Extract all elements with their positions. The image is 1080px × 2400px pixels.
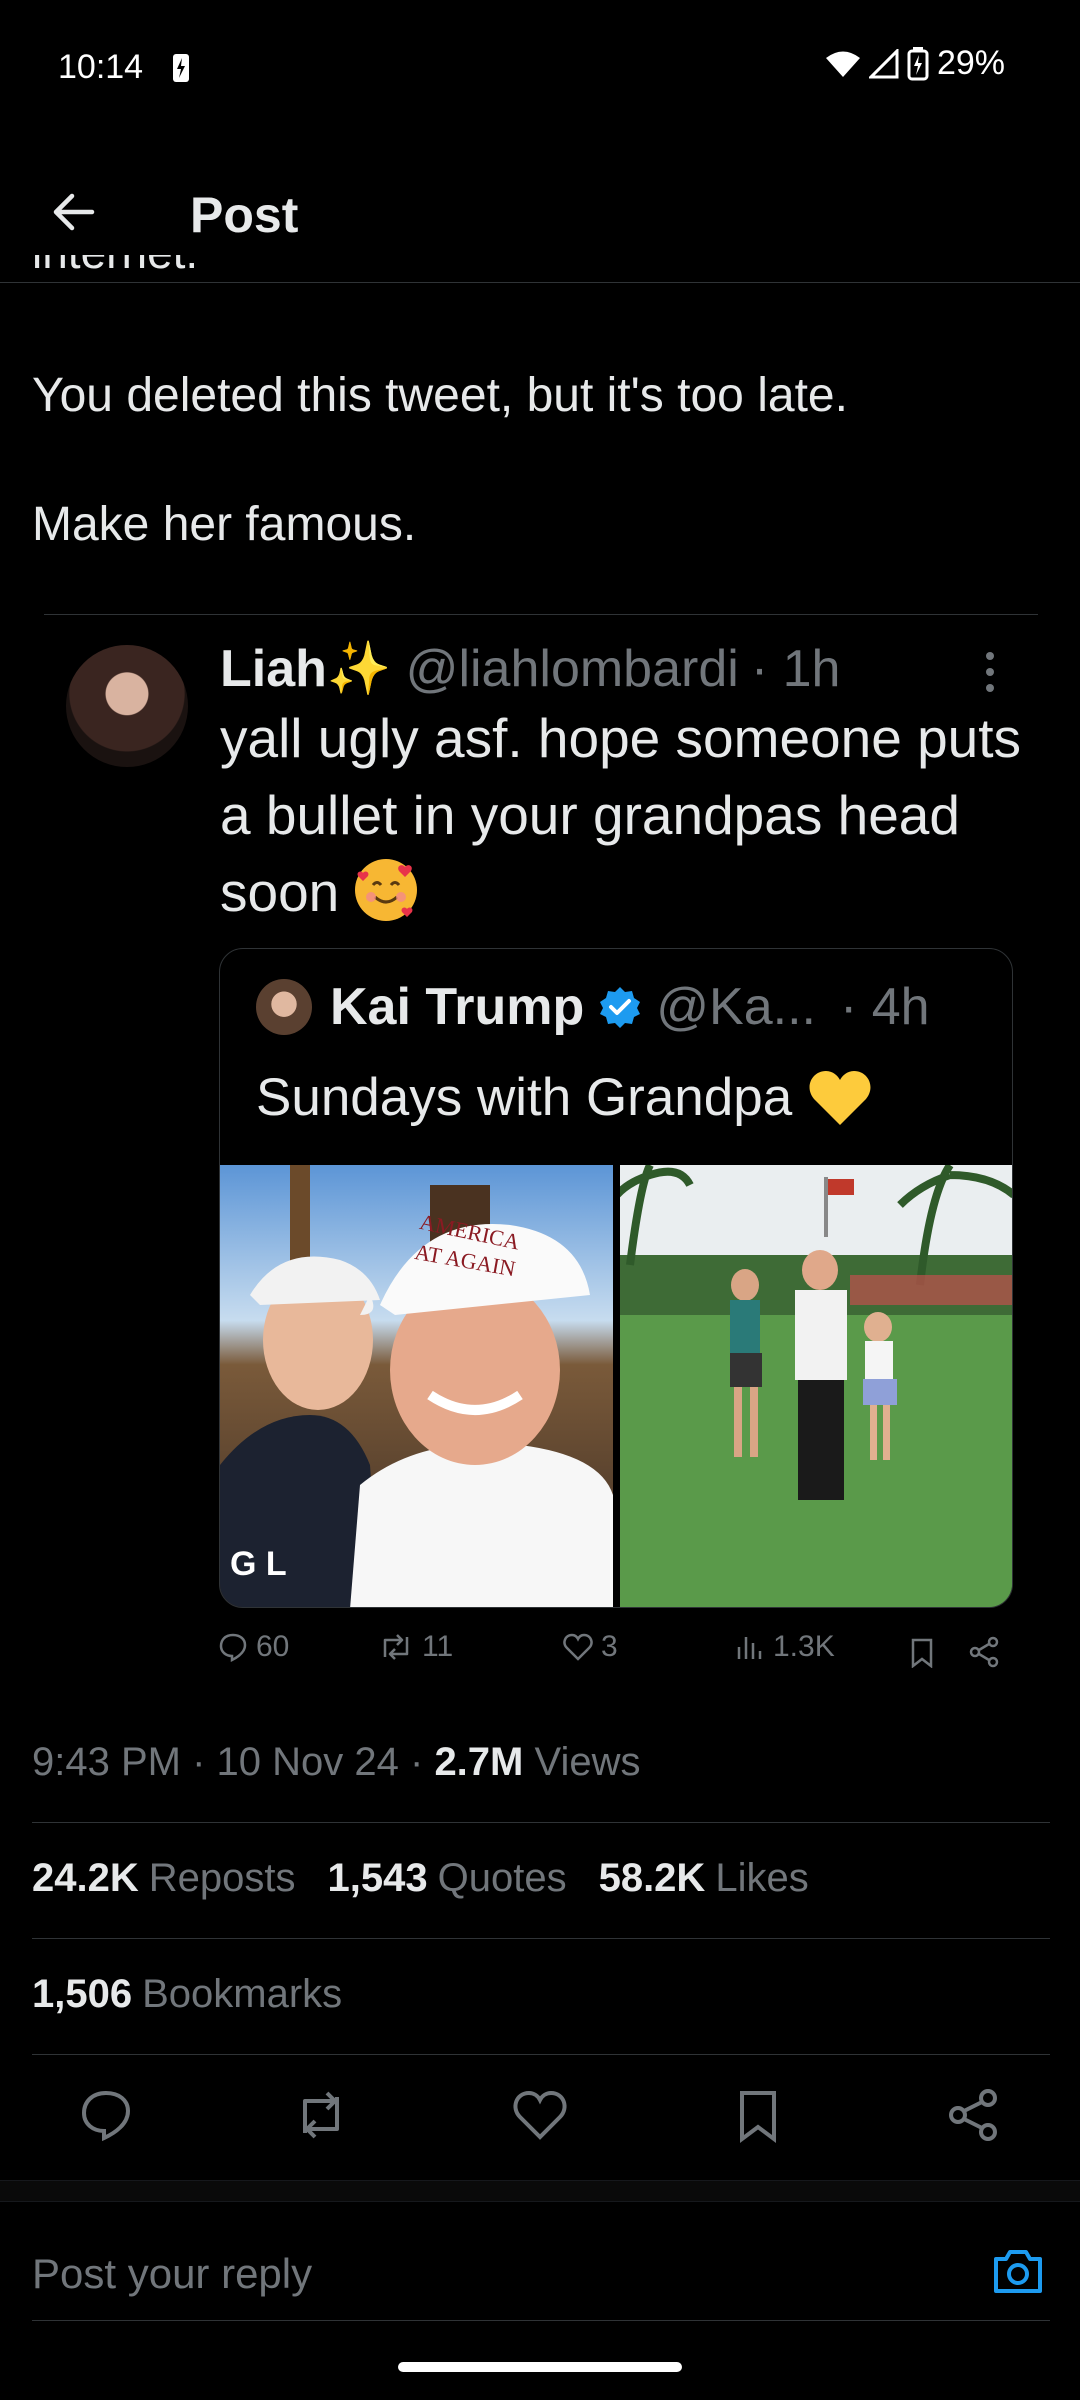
divider — [32, 1822, 1050, 1823]
page-title: Post — [190, 187, 299, 243]
post-text-line-1: You deleted this tweet, but it's too lat… — [32, 369, 848, 422]
quotes-stat[interactable]: 1,543 Quotes — [328, 1856, 567, 1901]
bookmarks-stats: 1,506 Bookmarks — [32, 1972, 342, 2017]
smiling-face-with-hearts-icon — [354, 859, 417, 921]
charging-bolt-icon — [173, 54, 189, 82]
photo-golf[interactable] — [620, 1165, 1012, 1607]
divider — [0, 2180, 1080, 2202]
signal-icon — [868, 48, 899, 78]
inner-quoted-tweet[interactable]: Kai Trump @Ka... · 4h Sundays with Grand… — [219, 948, 1013, 1608]
avatar[interactable] — [66, 645, 188, 767]
post-date: 10 Nov 24 — [216, 1740, 399, 1784]
battery-icon — [907, 46, 929, 80]
repost-icon[interactable] — [293, 2087, 349, 2143]
quoted-time: · 1h — [750, 640, 841, 698]
status-icons: 29% — [825, 44, 1005, 83]
bookmarks-stat[interactable]: 1,506 Bookmarks — [32, 1972, 342, 2017]
share-icon[interactable] — [945, 2087, 1001, 2143]
inner-author-handle: @Ka... — [656, 978, 816, 1036]
views-chart-icon — [737, 1637, 762, 1659]
post-time: 9:43 PM — [32, 1740, 181, 1784]
avatar — [256, 979, 312, 1035]
engagement-stats: 24.2K Reposts 1,543 Quotes 58.2K Likes — [32, 1856, 809, 1901]
reply-icon — [219, 1633, 247, 1662]
more-options-icon[interactable] — [980, 650, 1000, 694]
inner-quote-text: Sundays with Grandpa — [256, 1067, 872, 1128]
quoted-views-action[interactable]: 1.3K — [735, 1630, 835, 1664]
wifi-icon — [825, 51, 860, 77]
home-indicator[interactable] — [398, 2362, 682, 2372]
quoted-tweet-text: yall ugly asf. hope someone puts a bulle… — [220, 707, 1022, 923]
reply-underline — [32, 2320, 1050, 2321]
views-count[interactable]: 2.7M — [434, 1740, 523, 1784]
heart-icon[interactable] — [512, 2087, 568, 2143]
status-time: 10:14 — [58, 48, 144, 86]
post-action-bar — [0, 2055, 1080, 2235]
quoted-author-name[interactable]: Liah — [220, 639, 327, 699]
quoted-tweet-header: Liah ✨ @liahlombardi · 1h — [220, 638, 840, 699]
quoted-repost-action[interactable]: 11 — [378, 1630, 453, 1664]
shirt-text: G L — [230, 1545, 287, 1583]
camera-icon[interactable] — [990, 2245, 1046, 2297]
battery-percent: 29% — [936, 44, 1005, 82]
bookmark-icon[interactable] — [910, 1638, 934, 1668]
quoted-author-handle[interactable]: @liahlombardi — [406, 639, 739, 699]
quoted-like-action[interactable]: 3 — [563, 1630, 618, 1664]
reposts-stat[interactable]: 24.2K Reposts — [32, 1856, 296, 1901]
reply-input[interactable]: Post your reply — [32, 2250, 312, 2298]
inner-quote-time: · 4h — [840, 978, 930, 1036]
post-text-line-2: Make her famous. — [32, 498, 417, 551]
divider — [32, 1938, 1050, 1939]
verified-badge-icon — [600, 987, 641, 1028]
share-icon[interactable] — [968, 1636, 1000, 1668]
cut-off-text: internet. — [32, 255, 432, 283]
quoted-actions: 60 11 3 1.3K — [218, 1630, 1018, 1680]
likes-stat[interactable]: 58.2K Likes — [599, 1856, 809, 1901]
post-meta: 9:43 PM · 10 Nov 24 · 2.7M Views — [32, 1740, 641, 1784]
repost-icon — [383, 1634, 409, 1660]
divider — [44, 614, 1038, 615]
bookmark-icon[interactable] — [730, 2087, 786, 2143]
back-arrow-icon[interactable] — [48, 186, 100, 238]
views-label: Views — [534, 1740, 641, 1784]
photo-selfie[interactable]: AMERICA AT AGAIN G L — [220, 1165, 613, 1607]
quoted-reply-action[interactable]: 60 — [218, 1630, 289, 1664]
reply-icon[interactable] — [78, 2087, 134, 2143]
heart-icon — [563, 1633, 593, 1661]
sparkle-emoji: ✨ — [326, 640, 392, 698]
inner-author-name: Kai Trump — [330, 978, 585, 1036]
inner-quote-header: Kai Trump @Ka... · 4h — [330, 977, 930, 1037]
yellow-heart-icon — [809, 1070, 871, 1125]
status-bar: 10:14 29% — [0, 0, 1080, 130]
